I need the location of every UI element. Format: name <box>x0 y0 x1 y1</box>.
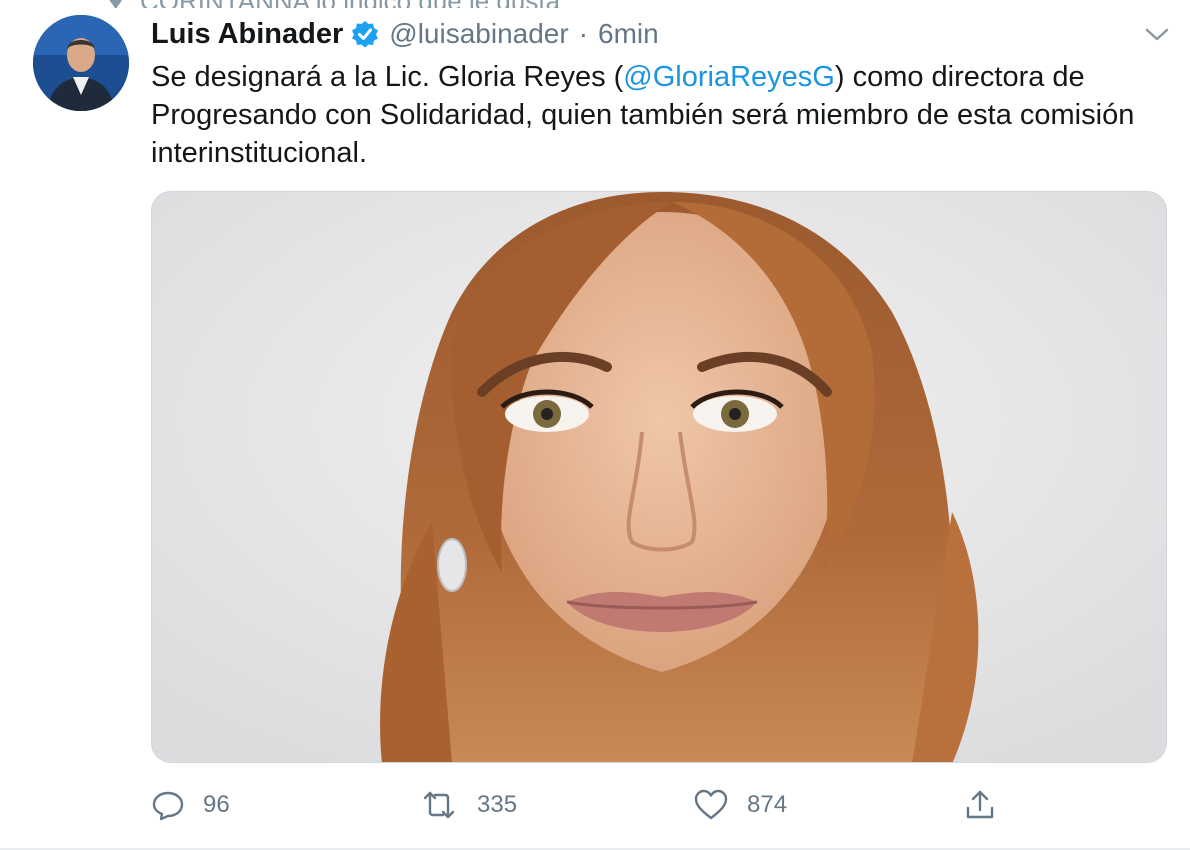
tweet-actions: 96 335 874 <box>151 782 1051 828</box>
social-context-text: CORINTANNA lo indico que le gusta <box>140 0 560 8</box>
like-count: 874 <box>747 791 788 818</box>
reply-icon <box>151 788 185 822</box>
mention-link[interactable]: @GloriaReyesG <box>623 61 835 93</box>
timestamp[interactable]: 6min <box>598 18 659 50</box>
tweet-header: Luis Abinader @luisabinader · 6min <box>151 14 659 54</box>
avatar[interactable] <box>33 15 129 111</box>
separator-dot: · <box>578 18 589 49</box>
chevron-down-icon[interactable] <box>1142 22 1172 46</box>
heart-icon <box>693 788 729 822</box>
like-button[interactable]: 874 <box>693 782 787 828</box>
tweet-photo[interactable] <box>151 191 1167 763</box>
social-context: ♥ CORINTANNA lo indico que le gusta <box>108 0 560 8</box>
verified-badge-icon <box>351 20 379 48</box>
retweet-button[interactable]: 335 <box>419 782 517 828</box>
reply-count: 96 <box>203 791 230 818</box>
tweet-text: Se designará a la Lic. Gloria Reyes (@Gl… <box>151 58 1161 172</box>
author-handle[interactable]: @luisabinader <box>389 18 568 50</box>
share-icon <box>963 788 997 822</box>
retweet-icon <box>419 788 459 822</box>
author-name[interactable]: Luis Abinader <box>151 18 343 51</box>
tweet-text-before: Se designará a la Lic. Gloria Reyes ( <box>151 61 624 93</box>
heart-icon: ♥ <box>108 0 126 8</box>
share-button[interactable] <box>963 782 997 828</box>
reply-button[interactable]: 96 <box>151 782 230 828</box>
retweet-count: 335 <box>477 791 518 818</box>
